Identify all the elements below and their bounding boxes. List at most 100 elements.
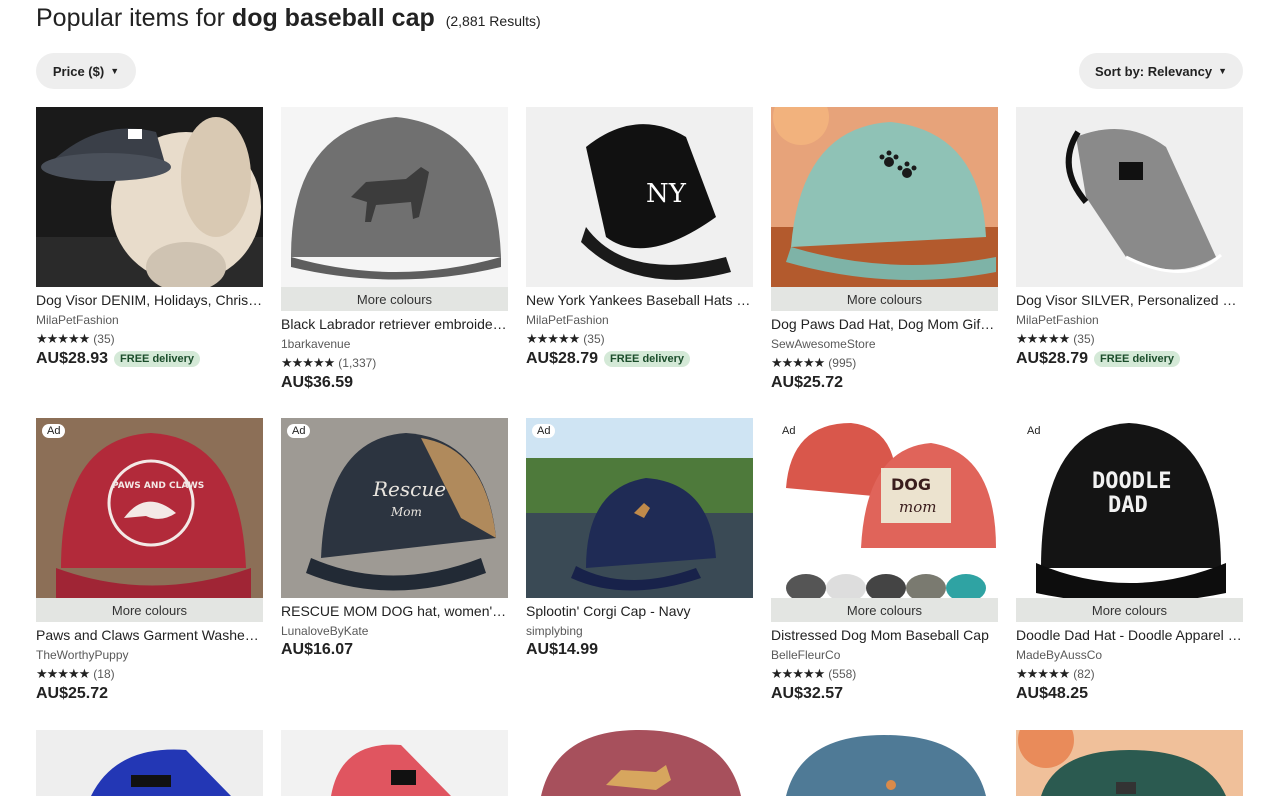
shop-name: MadeByAussCo <box>1016 648 1103 662</box>
title-prefix: Popular items for <box>36 4 225 32</box>
price-row: AU$25.72 <box>36 685 263 703</box>
cap-print-text: PAWS AND CLAWS <box>112 481 204 491</box>
listing-image[interactable]: Ad <box>526 418 753 598</box>
price-row: AU$16.07 <box>281 641 508 659</box>
ad-badge: Ad <box>287 424 311 438</box>
listing-image[interactable]: NY <box>526 107 753 287</box>
listing-image[interactable] <box>526 730 753 796</box>
listing-image[interactable] <box>36 107 263 287</box>
listing-image[interactable] <box>281 107 508 287</box>
rating: ★★★★★ (35) <box>36 331 263 347</box>
free-delivery-badge: FREE delivery <box>604 351 691 367</box>
listing-image[interactable] <box>281 730 508 796</box>
stars-icon: ★★★★★ <box>1016 331 1070 346</box>
listing-card[interactable] <box>1016 730 1243 796</box>
price-filter-label: Price ($) <box>52 63 105 79</box>
listing-card[interactable] <box>36 730 263 796</box>
listing-card[interactable]: PAWS AND CLAWS Ad More colours Paws and … <box>36 418 263 703</box>
review-count: (35) <box>583 332 605 346</box>
listing-card[interactable]: DOODLE DAD Ad More colours Doodle Dad Ha… <box>1016 418 1243 703</box>
review-count: (35) <box>93 332 115 346</box>
listing-card[interactable] <box>771 730 998 796</box>
listing-card[interactable] <box>281 730 508 796</box>
caret-down-icon: ▼ <box>1218 66 1227 76</box>
price-row: AU$14.99 <box>526 641 753 659</box>
listing-image[interactable] <box>771 107 998 287</box>
listing-title[interactable]: Distressed Dog Mom Baseball Cap <box>771 627 998 643</box>
review-count: (35) <box>1073 332 1095 346</box>
cap-print-text: mom <box>899 498 936 516</box>
review-count: (82) <box>1073 667 1095 681</box>
listing-image[interactable]: Rescue Mom Ad <box>281 418 508 598</box>
price-row: AU$48.25 <box>1016 685 1243 703</box>
listing-image[interactable] <box>1016 730 1243 796</box>
price-row: AU$25.72 <box>771 374 998 392</box>
price: AU$14.99 <box>526 641 599 658</box>
listing-card[interactable]: More colours Black Labrador retriever em… <box>281 107 508 392</box>
rating: ★★★★★ (35) <box>1016 331 1243 347</box>
listing-title[interactable]: Dog Visor DENIM, Holidays, Christmas Dog… <box>36 292 263 308</box>
more-colours-banner[interactable]: More colours <box>771 287 998 311</box>
price-row: AU$28.79 FREE delivery <box>1016 350 1243 368</box>
price-row: AU$28.79 FREE delivery <box>526 350 753 368</box>
listing-card[interactable]: Dog Visor DENIM, Holidays, Christmas Dog… <box>36 107 263 368</box>
shop-name: MilaPetFashion <box>36 313 119 327</box>
listing-card[interactable] <box>526 730 753 796</box>
listing-card[interactable]: More colours Dog Paws Dad Hat, Dog Mom G… <box>771 107 998 392</box>
listing-title[interactable]: Doodle Dad Hat - Doodle Apparel Cap <box>1016 627 1243 643</box>
price: AU$25.72 <box>771 374 844 391</box>
listing-image[interactable]: PAWS AND CLAWS Ad <box>36 418 263 598</box>
listing-title[interactable]: Black Labrador retriever embroidered hat <box>281 316 508 332</box>
more-colours-banner[interactable]: More colours <box>1016 598 1243 622</box>
shop-name: MilaPetFashion <box>1016 313 1099 327</box>
rating: ★★★★★ (558) <box>771 666 998 682</box>
free-delivery-badge: FREE delivery <box>1094 351 1181 367</box>
shop-name: TheWorthyPuppy <box>36 648 129 662</box>
price: AU$28.79 <box>1016 350 1089 367</box>
sort-button[interactable]: Sort by: Relevancy ▼ <box>1079 53 1243 89</box>
listing-title[interactable]: Paws and Claws Garment Washed Cap <box>36 627 263 643</box>
shop-name: SewAwesomeStore <box>771 337 876 351</box>
listing-card[interactable]: NY New York Yankees Baseball Hats for Do… <box>526 107 753 368</box>
listing-image[interactable]: DOODLE DAD Ad <box>1016 418 1243 598</box>
cap-print-text: DOODLE <box>1092 469 1171 494</box>
caret-down-icon: ▼ <box>110 66 120 76</box>
price-filter-button[interactable]: Price ($) ▼ <box>36 53 136 89</box>
listing-title[interactable]: New York Yankees Baseball Hats for Dogs <box>526 292 753 308</box>
listing-card[interactable]: Ad Splootin' Corgi Cap - Navy simplybing… <box>526 418 753 659</box>
stars-icon: ★★★★★ <box>771 666 825 681</box>
more-colours-banner[interactable]: More colours <box>281 287 508 311</box>
listing-card[interactable]: Dog Visor SILVER, Personalized Dog Hat M… <box>1016 107 1243 368</box>
listing-card[interactable]: Rescue Mom Ad RESCUE MOM DOG hat, women'… <box>281 418 508 659</box>
rating: ★★★★★ (82) <box>1016 666 1243 682</box>
listing-image[interactable]: DOG mom Ad <box>771 418 998 598</box>
listing-image[interactable] <box>36 730 263 796</box>
shop-name: BelleFleurCo <box>771 648 841 662</box>
cap-print-text: DAD <box>1108 493 1148 518</box>
shop-name: LunaloveByKate <box>281 624 369 638</box>
rating: ★★★★★ (1,337) <box>281 355 508 371</box>
rating: ★★★★★ (35) <box>526 331 753 347</box>
price: AU$32.57 <box>771 685 844 702</box>
search-query: dog baseball cap <box>231 4 435 32</box>
listing-image[interactable] <box>771 730 998 796</box>
listing-title[interactable]: Splootin' Corgi Cap - Navy <box>526 603 753 619</box>
cap-print-text: DOG <box>891 475 931 494</box>
rating: ★★★★★ (995) <box>771 355 998 371</box>
ad-badge: Ad <box>42 424 66 438</box>
listing-title[interactable]: Dog Visor SILVER, Personalized Dog Hat <box>1016 292 1243 308</box>
free-delivery-badge: FREE delivery <box>114 351 201 367</box>
more-colours-banner[interactable]: More colours <box>36 598 263 622</box>
listing-image[interactable] <box>1016 107 1243 287</box>
price: AU$36.59 <box>281 374 354 391</box>
review-count: (995) <box>828 356 857 370</box>
shop-name: simplybing <box>526 624 583 638</box>
listing-title[interactable]: Dog Paws Dad Hat, Dog Mom Gift Cap <box>771 316 998 332</box>
price: AU$25.72 <box>36 685 109 702</box>
more-colours-banner[interactable]: More colours <box>771 598 998 622</box>
listing-title[interactable]: RESCUE MOM DOG hat, women's trucker cap <box>281 603 508 619</box>
review-count: (18) <box>93 667 115 681</box>
price-row: AU$36.59 <box>281 374 508 392</box>
stars-icon: ★★★★★ <box>526 331 580 346</box>
listing-card[interactable]: DOG mom Ad More colours Distressed Dog M… <box>771 418 998 703</box>
